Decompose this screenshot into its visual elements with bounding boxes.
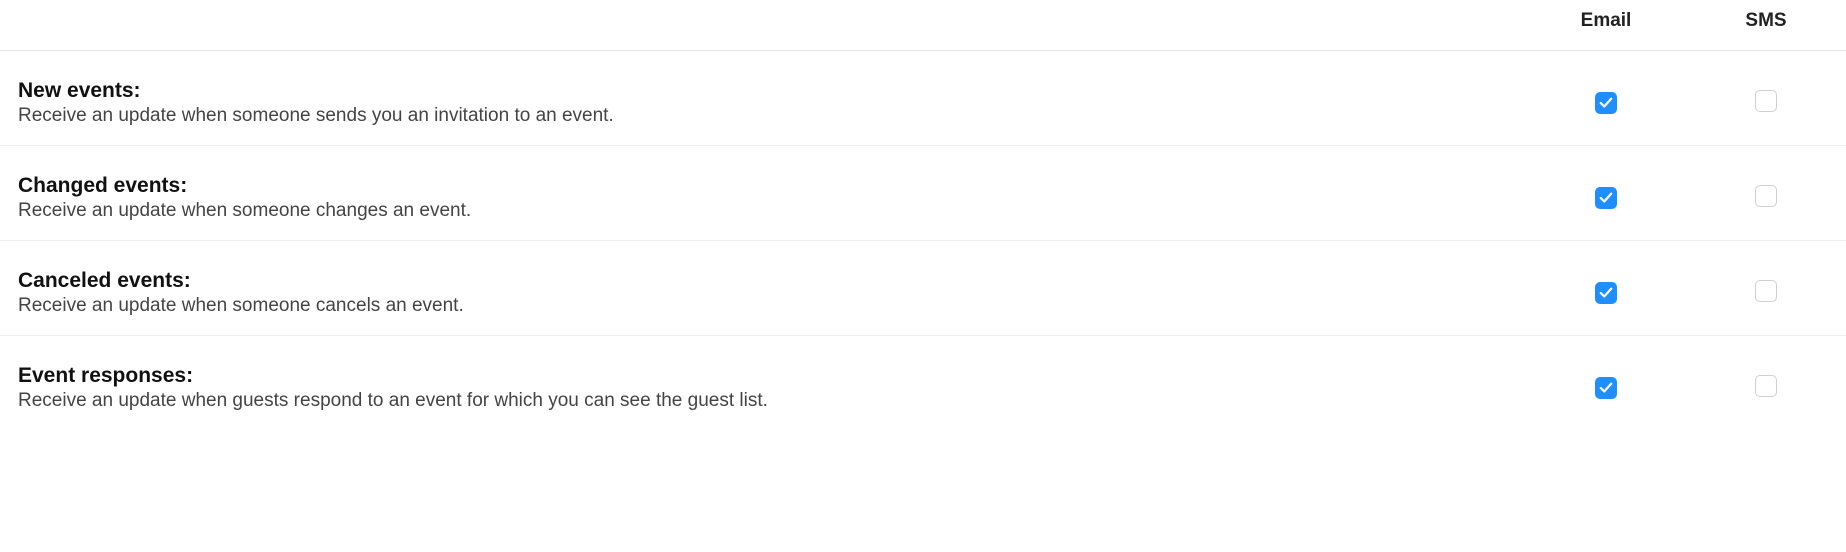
checkbox-event-responses-email[interactable]: [1595, 377, 1617, 399]
checkbox-changed-events-email[interactable]: [1595, 187, 1617, 209]
notification-settings-table: Email SMS New events: Receive an update …: [0, 0, 1846, 430]
row-description: Receive an update when someone changes a…: [18, 200, 1526, 222]
checkmark-icon: [1599, 96, 1613, 110]
checkmark-icon: [1599, 381, 1613, 395]
checkbox-changed-events-sms[interactable]: [1755, 185, 1777, 207]
row-description: Receive an update when guests respond to…: [18, 390, 1526, 412]
row-title: Canceled events:: [18, 269, 1526, 293]
column-header-email: Email: [1526, 0, 1686, 51]
header-spacer: [0, 0, 1526, 51]
row-description: Receive an update when someone sends you…: [18, 105, 1526, 127]
row-event-responses: Event responses: Receive an update when …: [0, 336, 1846, 431]
row-description: Receive an update when someone cancels a…: [18, 295, 1526, 317]
row-changed-events: Changed events: Receive an update when s…: [0, 146, 1846, 241]
row-title: New events:: [18, 79, 1526, 103]
checkbox-canceled-events-email[interactable]: [1595, 282, 1617, 304]
table-header-row: Email SMS: [0, 0, 1846, 51]
row-new-events: New events: Receive an update when someo…: [0, 51, 1846, 146]
column-header-sms: SMS: [1686, 0, 1846, 51]
checkbox-new-events-sms[interactable]: [1755, 90, 1777, 112]
checkmark-icon: [1599, 191, 1613, 205]
row-title: Changed events:: [18, 174, 1526, 198]
row-title: Event responses:: [18, 364, 1526, 388]
checkbox-event-responses-sms[interactable]: [1755, 375, 1777, 397]
checkbox-canceled-events-sms[interactable]: [1755, 280, 1777, 302]
checkbox-new-events-email[interactable]: [1595, 92, 1617, 114]
checkmark-icon: [1599, 286, 1613, 300]
row-canceled-events: Canceled events: Receive an update when …: [0, 241, 1846, 336]
